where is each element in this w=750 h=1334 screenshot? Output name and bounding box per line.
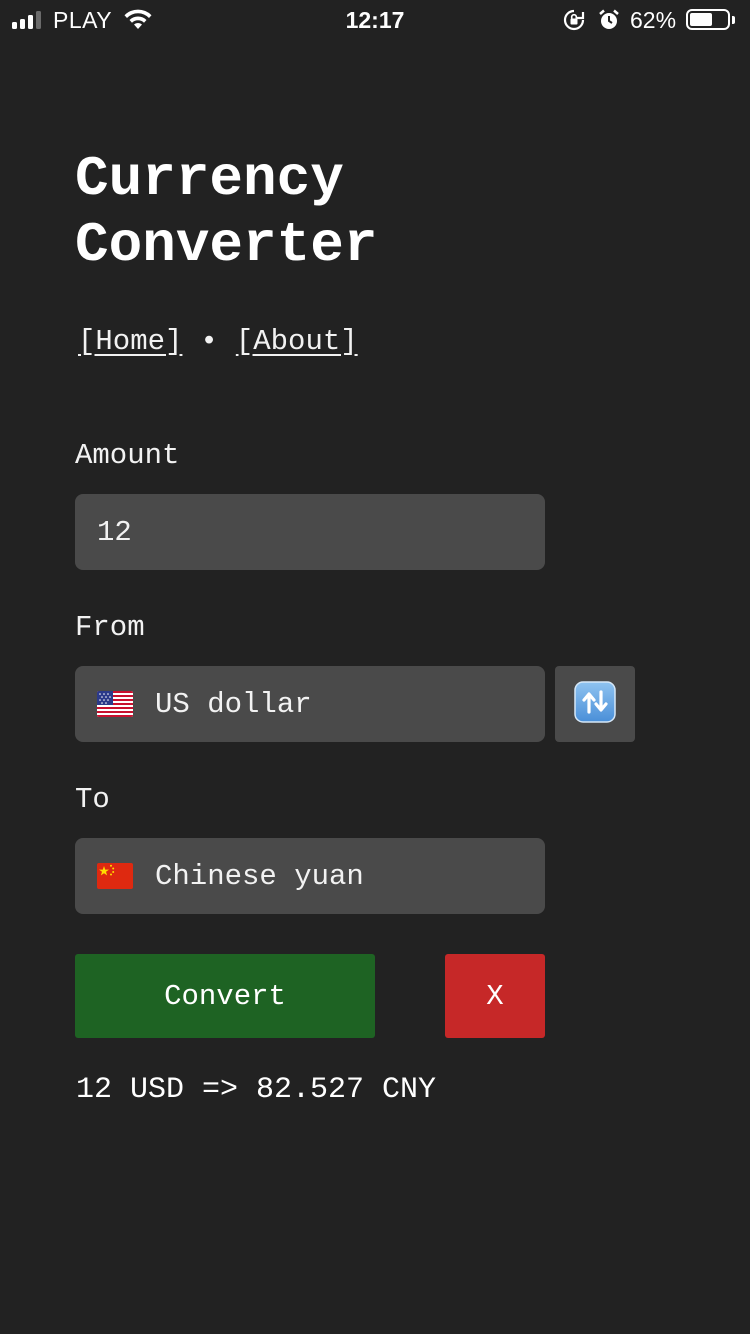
title-line-1: Currency: [75, 147, 344, 211]
to-label: To: [75, 783, 110, 816]
swap-currencies-button[interactable]: [555, 666, 635, 742]
battery-percentage: 62%: [630, 7, 677, 33]
from-currency-value: US dollar: [155, 687, 312, 721]
us-flag-icon: [97, 691, 133, 717]
nav-links: [Home] • [About]: [78, 322, 358, 362]
status-bar: PLAY 12:17 62%: [0, 0, 750, 40]
about-link[interactable]: [About]: [236, 325, 358, 358]
battery-icon: [686, 9, 730, 30]
swap-arrows-icon: [574, 680, 616, 728]
to-currency-select[interactable]: Chinese yuan: [75, 838, 545, 914]
title-line-2: Converter: [75, 213, 378, 277]
amount-label: Amount: [75, 439, 180, 472]
alarm-icon: [598, 9, 620, 37]
to-currency-value: Chinese yuan: [155, 859, 364, 893]
page-title: Currency Converter: [75, 146, 675, 278]
amount-value: 12: [97, 515, 132, 549]
conversion-result: 12 USD => 82.527 CNY: [76, 1073, 437, 1107]
convert-button[interactable]: Convert: [75, 954, 375, 1038]
from-label: From: [75, 611, 145, 644]
amount-input[interactable]: 12: [75, 494, 545, 570]
clear-button[interactable]: X: [445, 954, 545, 1038]
battery-cap: [732, 16, 735, 24]
rotation-lock-icon: [562, 9, 586, 37]
from-currency-select[interactable]: US dollar: [75, 666, 545, 742]
home-link[interactable]: [Home]: [78, 325, 182, 358]
cn-flag-icon: [97, 863, 133, 889]
nav-separator: •: [200, 325, 218, 358]
